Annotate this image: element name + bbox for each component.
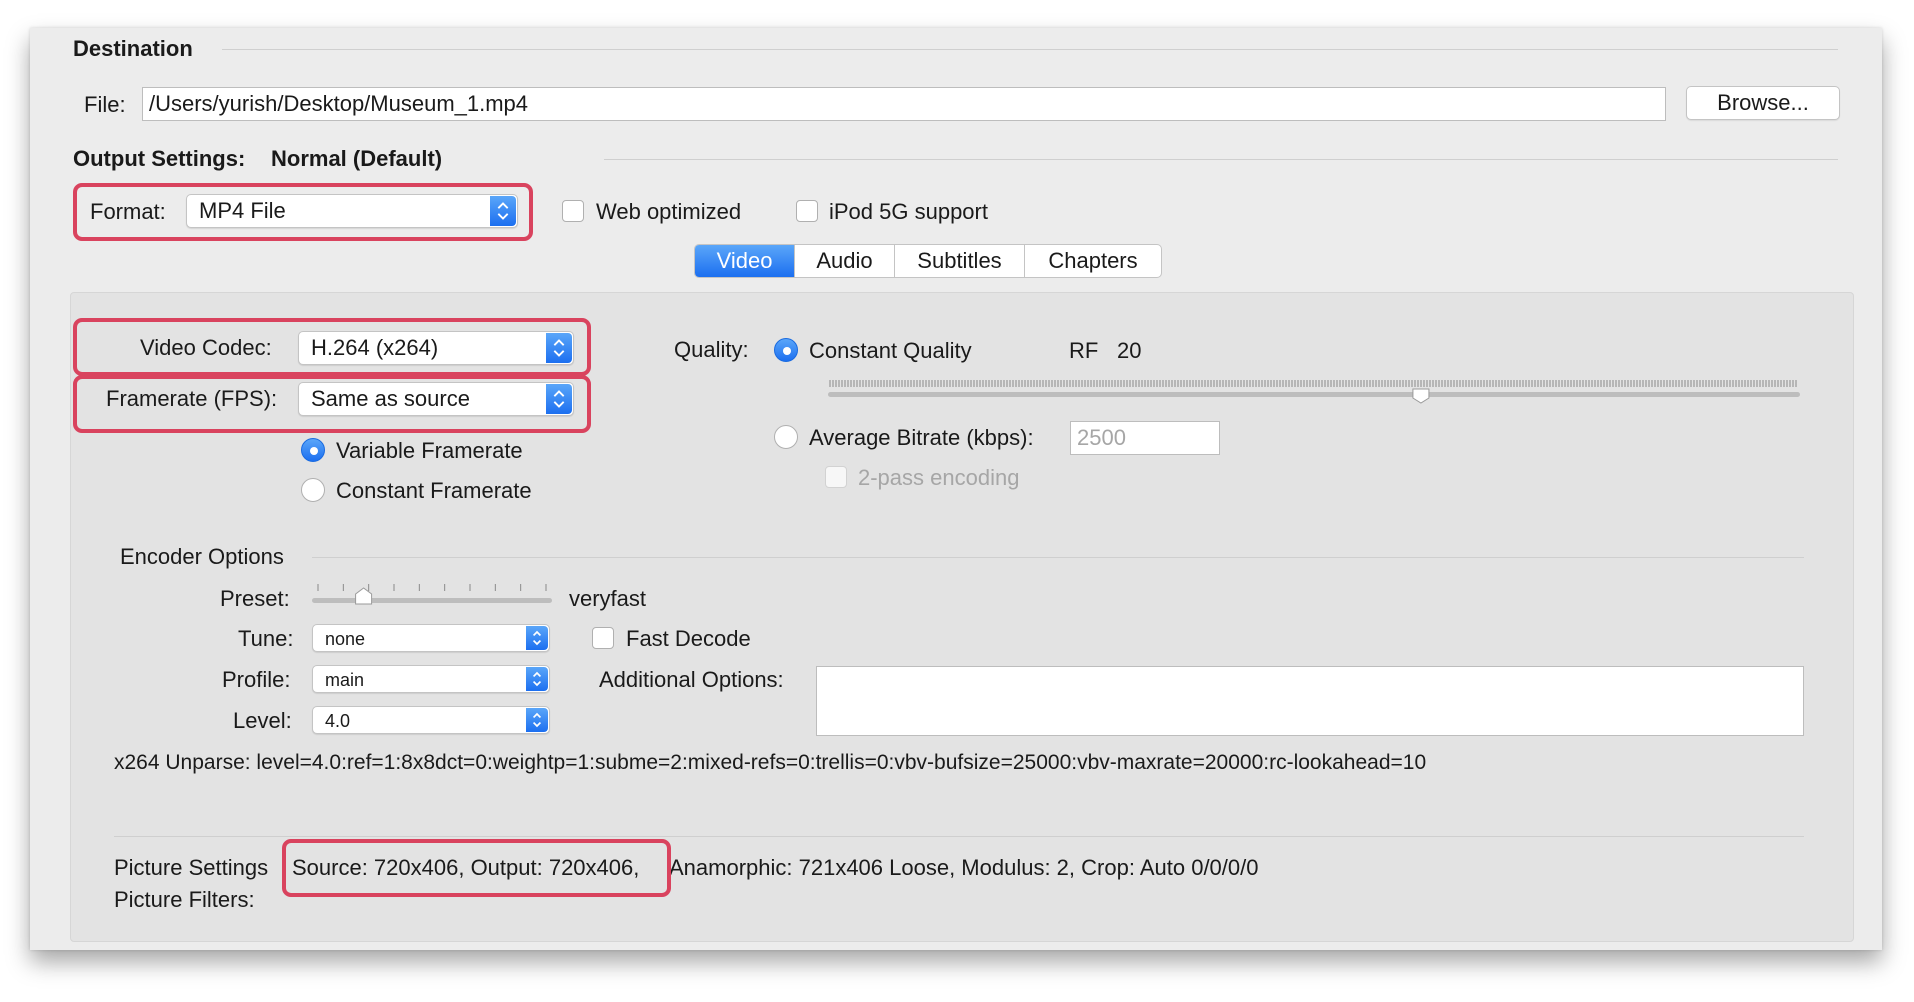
profile-value: main — [325, 670, 365, 690]
constant-quality-radio[interactable] — [774, 338, 798, 362]
preset-slider-knob — [355, 587, 373, 605]
fast-decode-label: Fast Decode — [626, 626, 751, 651]
encoder-options-title: Encoder Options — [120, 544, 284, 569]
preset-label: Preset: — [220, 586, 290, 611]
tune-stepper-icon — [526, 626, 548, 650]
web-optimized-label: Web optimized — [596, 199, 742, 224]
constant-framerate-label: Constant Framerate — [336, 478, 532, 503]
x264-unparse-text: x264 Unparse: level=4.0:ref=1:8x8dct=0:w… — [114, 751, 1427, 774]
video-codec-label: Video Codec: — [140, 335, 272, 360]
picture-divider — [114, 836, 1804, 837]
format-popup[interactable]: MP4 File — [186, 194, 518, 228]
preset-slider-bar — [312, 598, 552, 603]
quality-slider[interactable] — [828, 378, 1800, 404]
tab-audio[interactable]: Audio — [795, 245, 895, 277]
output-preset-name: Normal (Default) — [271, 146, 443, 171]
picture-filters-label: Picture Filters: — [114, 887, 255, 912]
rf-label: RF — [1069, 338, 1099, 363]
level-value: 4.0 — [325, 711, 351, 731]
rf-value: 20 — [1117, 338, 1142, 363]
quality-slider-track — [828, 380, 1800, 404]
tune-label: Tune: — [238, 626, 294, 651]
average-bitrate-radio[interactable] — [774, 425, 798, 449]
settings-tabbar: Video Audio Subtitles Chapters — [694, 244, 1162, 278]
tab-video[interactable]: Video — [695, 245, 795, 277]
profile-label: Profile: — [222, 667, 291, 692]
output-settings-title: Output Settings: — [73, 146, 246, 171]
preset-slider[interactable] — [312, 582, 552, 612]
video-codec-value: H.264 (x264) — [311, 335, 439, 360]
quality-slider-knob — [1412, 388, 1430, 404]
browse-button[interactable]: Browse... — [1686, 86, 1840, 120]
level-popup[interactable]: 4.0 — [312, 706, 550, 734]
format-stepper-icon — [490, 196, 516, 226]
file-label: File: — [84, 92, 126, 117]
preset-slider-track — [312, 584, 552, 605]
tab-subtitles[interactable]: Subtitles — [895, 245, 1025, 277]
constant-framerate-radio[interactable] — [301, 478, 325, 502]
file-path-input[interactable]: /Users/yurish/Desktop/Museum_1.mp4 — [142, 87, 1666, 121]
destination-title: Destination — [73, 36, 193, 61]
tab-chapters[interactable]: Chapters — [1025, 245, 1161, 277]
web-optimized-checkbox[interactable] — [562, 200, 584, 222]
video-codec-popup[interactable]: H.264 (x264) — [298, 331, 574, 365]
framerate-value: Same as source — [311, 386, 470, 411]
two-pass-checkbox[interactable] — [825, 466, 847, 488]
picture-anamorphic-crop: Anamorphic: 721x406 Loose, Modulus: 2, C… — [669, 855, 1259, 880]
framerate-popup[interactable]: Same as source — [298, 382, 574, 416]
level-label: Level: — [233, 708, 292, 733]
average-bitrate-label: Average Bitrate (kbps): — [809, 425, 1034, 450]
quality-label: Quality: — [674, 337, 749, 362]
picture-settings-label: Picture Settings — [114, 855, 269, 880]
tune-popup[interactable]: none — [312, 624, 550, 652]
framerate-stepper-icon — [546, 384, 572, 414]
tune-value: none — [325, 629, 366, 649]
framerate-label: Framerate (FPS): — [106, 386, 278, 411]
additional-options-label: Additional Options: — [599, 667, 784, 692]
video-codec-stepper-icon — [546, 333, 572, 363]
variable-framerate-label: Variable Framerate — [336, 438, 523, 463]
quality-slider-bar — [828, 392, 1800, 397]
format-value: MP4 File — [199, 198, 286, 223]
ipod-5g-checkbox[interactable] — [796, 200, 818, 222]
picture-source-output: Source: 720x406, Output: 720x406, — [292, 855, 640, 880]
output-divider — [604, 159, 1838, 160]
variable-framerate-radio[interactable] — [301, 438, 325, 462]
constant-quality-label: Constant Quality — [809, 338, 972, 363]
encoder-divider — [312, 557, 1804, 558]
preset-value: veryfast — [569, 586, 647, 611]
two-pass-label: 2-pass encoding — [858, 465, 1020, 490]
format-label: Format: — [90, 199, 166, 224]
average-bitrate-input[interactable]: 2500 — [1070, 421, 1220, 455]
ipod-5g-label: iPod 5G support — [829, 199, 988, 224]
profile-popup[interactable]: main — [312, 665, 550, 693]
additional-options-input[interactable] — [816, 666, 1804, 736]
profile-stepper-icon — [526, 667, 548, 691]
destination-divider — [222, 49, 1838, 50]
fast-decode-checkbox[interactable] — [592, 627, 614, 649]
level-stepper-icon — [526, 708, 548, 732]
